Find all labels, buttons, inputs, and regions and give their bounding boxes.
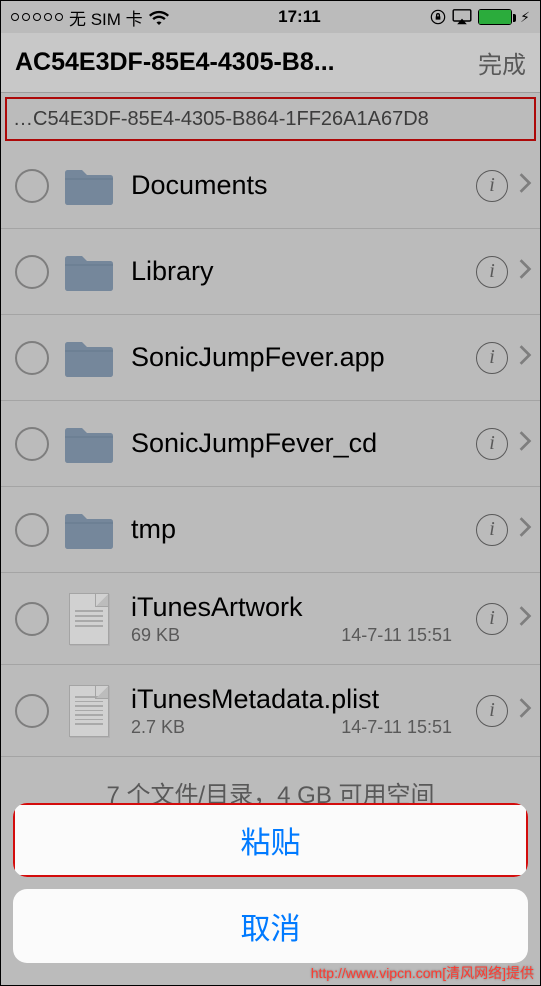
- chevron-right-icon: [518, 697, 532, 724]
- select-checkbox[interactable]: [15, 255, 49, 289]
- nav-bar: AC54E3DF-85E4-4305-B8... 完成: [1, 33, 540, 93]
- signal-dots-icon: [11, 13, 63, 21]
- list-item[interactable]: SonicJumpFever.app i: [1, 315, 540, 401]
- chevron-right-icon: [518, 258, 532, 285]
- select-checkbox[interactable]: [15, 602, 49, 636]
- item-title: tmp: [131, 514, 470, 545]
- select-checkbox[interactable]: [15, 169, 49, 203]
- breadcrumb-path[interactable]: …C54E3DF-85E4-4305-B864-1FF26A1A67D8: [5, 97, 536, 141]
- list-item[interactable]: tmp i: [1, 487, 540, 573]
- info-button[interactable]: i: [476, 514, 508, 546]
- chevron-right-icon: [518, 344, 532, 371]
- folder-icon: [63, 504, 115, 556]
- file-icon: [63, 685, 115, 737]
- chevron-right-icon: [518, 516, 532, 543]
- battery-icon: [478, 9, 512, 25]
- item-size: 69 KB: [131, 625, 180, 646]
- item-size: 2.7 KB: [131, 717, 185, 738]
- select-checkbox[interactable]: [15, 341, 49, 375]
- select-checkbox[interactable]: [15, 427, 49, 461]
- item-date: 14-7-11 15:51: [341, 717, 452, 738]
- clock-label: 17:11: [278, 7, 321, 27]
- watermark-label: http://www.vipcn.com[清风网络]提供: [311, 963, 534, 983]
- airplay-icon: [452, 9, 472, 25]
- file-icon: [63, 593, 115, 645]
- wifi-icon: [149, 10, 169, 25]
- info-button[interactable]: i: [476, 342, 508, 374]
- item-title: SonicJumpFever_cd: [131, 428, 470, 459]
- charging-icon: ⚡︎: [520, 9, 530, 26]
- folder-icon: [63, 418, 115, 470]
- info-button[interactable]: i: [476, 695, 508, 727]
- status-bar: 无 SIM 卡 17:11 ⚡︎: [1, 1, 540, 33]
- paste-button[interactable]: 粘贴: [13, 803, 528, 877]
- select-checkbox[interactable]: [15, 513, 49, 547]
- action-sheet: 粘贴 取消: [1, 803, 540, 963]
- page-title: AC54E3DF-85E4-4305-B8...: [15, 48, 468, 77]
- info-button[interactable]: i: [476, 170, 508, 202]
- cancel-button[interactable]: 取消: [13, 889, 528, 963]
- select-checkbox[interactable]: [15, 694, 49, 728]
- item-title: iTunesMetadata.plist: [131, 684, 470, 715]
- item-title: Library: [131, 256, 470, 287]
- folder-icon: [63, 160, 115, 212]
- done-button[interactable]: 完成: [478, 45, 526, 80]
- item-title: SonicJumpFever.app: [131, 342, 470, 373]
- info-button[interactable]: i: [476, 603, 508, 635]
- list-item[interactable]: iTunesMetadata.plist 2.7 KB 14-7-11 15:5…: [1, 665, 540, 757]
- info-button[interactable]: i: [476, 256, 508, 288]
- info-button[interactable]: i: [476, 428, 508, 460]
- list-item[interactable]: Documents i: [1, 143, 540, 229]
- item-title: iTunesArtwork: [131, 592, 470, 623]
- file-list: Documents i Library i SonicJumpFever.app…: [1, 143, 540, 757]
- item-title: Documents: [131, 170, 470, 201]
- item-date: 14-7-11 15:51: [341, 625, 452, 646]
- chevron-right-icon: [518, 605, 532, 632]
- list-item[interactable]: SonicJumpFever_cd i: [1, 401, 540, 487]
- chevron-right-icon: [518, 172, 532, 199]
- list-item[interactable]: Library i: [1, 229, 540, 315]
- list-item[interactable]: iTunesArtwork 69 KB 14-7-11 15:51 i: [1, 573, 540, 665]
- orientation-lock-icon: [430, 9, 446, 25]
- carrier-label: 无 SIM 卡: [69, 5, 143, 30]
- chevron-right-icon: [518, 430, 532, 457]
- folder-icon: [63, 246, 115, 298]
- folder-icon: [63, 332, 115, 384]
